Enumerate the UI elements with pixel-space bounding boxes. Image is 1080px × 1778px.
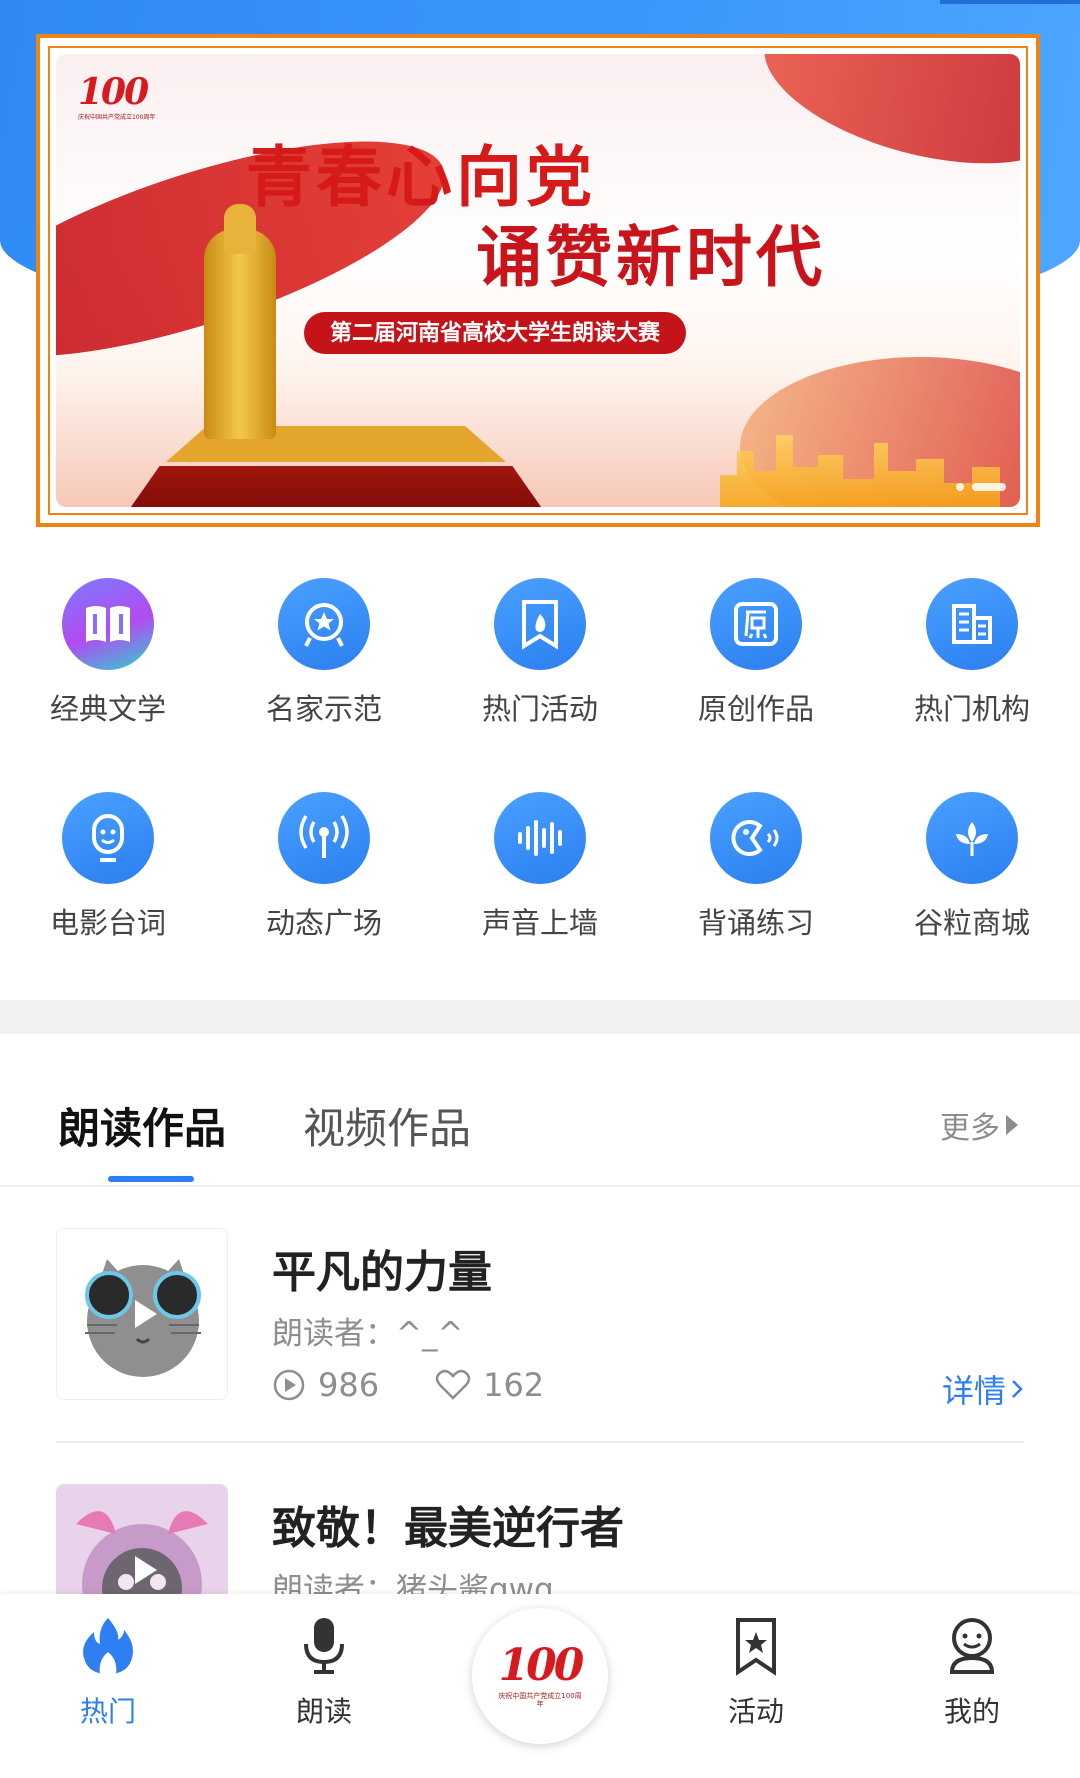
category-label: 热门机构 bbox=[913, 692, 1030, 726]
promo-banner[interactable]: 100 庆祝中国共产党成立100周年 青春心向党 诵赞新时代 第二届河南省高校大… bbox=[56, 54, 1020, 507]
tab-reading-works[interactable]: 朗读作品 bbox=[58, 1095, 226, 1156]
flame-bookmark-icon bbox=[494, 578, 586, 670]
nav-hot[interactable]: 热门 bbox=[0, 1614, 216, 1730]
category-label: 电影台词 bbox=[49, 906, 166, 940]
work-title: 致敬！最美逆行者 bbox=[272, 1503, 624, 1554]
nav-mine[interactable]: 我的 bbox=[864, 1614, 1080, 1730]
broadcast-icon bbox=[278, 792, 370, 884]
nav-activities[interactable]: 活动 bbox=[648, 1614, 864, 1730]
microphone-icon bbox=[304, 1618, 344, 1674]
section-divider bbox=[0, 1000, 1080, 1034]
face-icon bbox=[62, 792, 154, 884]
bookmark-star-icon bbox=[736, 1618, 776, 1676]
nav-label: 朗读 bbox=[295, 1695, 352, 1728]
recite-icon bbox=[710, 792, 802, 884]
category-classic-literature[interactable]: 经典文学 bbox=[0, 578, 216, 728]
more-link[interactable]: 更多 bbox=[940, 1103, 1018, 1147]
bottom-navigation: 热门 朗读 100 庆祝中国共产党成立100周年 活动 我的 bbox=[0, 1594, 1080, 1778]
tab-video-works[interactable]: 视频作品 bbox=[303, 1095, 471, 1156]
center-logo-button[interactable]: 100 庆祝中国共产党成立100周年 bbox=[472, 1608, 608, 1744]
work-title: 平凡的力量 bbox=[272, 1247, 492, 1298]
banner-highlight-frame: 100 庆祝中国共产党成立100周年 青春心向党 诵赞新时代 第二届河南省高校大… bbox=[36, 34, 1040, 527]
nav-label: 活动 bbox=[727, 1695, 784, 1728]
play-count-value: 986 bbox=[318, 1366, 380, 1404]
more-label: 更多 bbox=[940, 1111, 1000, 1146]
work-stats: 986 162 bbox=[272, 1366, 600, 1404]
work-thumbnail[interactable] bbox=[56, 1228, 228, 1400]
category-label: 原创作品 bbox=[697, 692, 814, 726]
list-item[interactable]: 平凡的力量 朗读者：^_^ 986 162 详情 bbox=[56, 1228, 1024, 1410]
center-logo-caption: 庆祝中国共产党成立100周年 bbox=[498, 1692, 582, 1708]
category-voice-wall[interactable]: 声音上墙 bbox=[432, 792, 648, 942]
category-dynamic-square[interactable]: 动态广场 bbox=[216, 792, 432, 942]
category-movie-lines[interactable]: 电影台词 bbox=[0, 792, 216, 942]
list-divider bbox=[56, 1441, 1024, 1443]
user-icon bbox=[949, 1618, 995, 1674]
huabiao-pillar bbox=[204, 229, 276, 439]
flame-icon bbox=[83, 1618, 133, 1674]
anniversary-logo-caption: 庆祝中国共产党成立100周年 bbox=[78, 114, 156, 121]
category-label: 热门活动 bbox=[481, 692, 598, 726]
category-hot-institutions[interactable]: 热门机构 bbox=[864, 578, 1080, 728]
play-circle-icon bbox=[273, 1369, 305, 1401]
building-icon bbox=[926, 578, 1018, 670]
red-ribbon-decoration bbox=[747, 54, 1020, 194]
category-label: 声音上墙 bbox=[481, 906, 598, 940]
category-grain-mall[interactable]: 谷粒商城 bbox=[864, 792, 1080, 942]
carousel-dot[interactable] bbox=[956, 483, 964, 491]
original-icon bbox=[710, 578, 802, 670]
carousel-dot-active[interactable] bbox=[972, 483, 1006, 491]
chevron-right-icon bbox=[1006, 1115, 1018, 1135]
chevron-right-icon bbox=[1012, 1380, 1023, 1398]
tab-divider bbox=[0, 1185, 1080, 1187]
nav-read[interactable]: 朗读 bbox=[216, 1614, 432, 1730]
like-count-value: 162 bbox=[483, 1366, 545, 1404]
heart-icon bbox=[435, 1369, 471, 1400]
nav-label: 我的 bbox=[943, 1695, 1000, 1728]
like-count[interactable]: 162 bbox=[435, 1366, 544, 1404]
soundwave-icon bbox=[494, 792, 586, 884]
play-count: 986 bbox=[272, 1366, 379, 1404]
details-link[interactable]: 详情 bbox=[942, 1366, 1024, 1412]
category-label: 谷粒商城 bbox=[913, 906, 1030, 940]
banner-title-line2: 诵赞新时代 bbox=[476, 218, 826, 296]
details-label: 详情 bbox=[941, 1372, 1006, 1410]
category-label: 名家示范 bbox=[265, 692, 382, 726]
play-icon bbox=[135, 1556, 157, 1584]
star-badge-icon bbox=[278, 578, 370, 670]
center-logo-number: 100 bbox=[498, 1640, 585, 1691]
grain-icon bbox=[926, 792, 1018, 884]
work-reader: 朗读者：^_^ bbox=[272, 1316, 464, 1352]
status-bar-line bbox=[940, 0, 1080, 4]
category-recite-practice[interactable]: 背诵练习 bbox=[648, 792, 864, 942]
carousel-indicator bbox=[956, 483, 1006, 491]
active-tab-indicator bbox=[108, 1176, 194, 1182]
banner-subtitle: 第二届河南省高校大学生朗读大赛 bbox=[304, 312, 687, 354]
category-master-demo[interactable]: 名家示范 bbox=[216, 578, 432, 728]
nav-label: 热门 bbox=[79, 1695, 136, 1728]
category-original-works[interactable]: 原创作品 bbox=[648, 578, 864, 728]
category-hot-activities[interactable]: 热门活动 bbox=[432, 578, 648, 728]
category-label: 动态广场 bbox=[265, 906, 382, 940]
book-icon bbox=[62, 578, 154, 670]
category-label: 经典文学 bbox=[49, 692, 166, 726]
category-label: 背诵练习 bbox=[697, 906, 814, 940]
anniversary-logo: 100 bbox=[78, 71, 149, 113]
play-icon bbox=[135, 1300, 157, 1328]
